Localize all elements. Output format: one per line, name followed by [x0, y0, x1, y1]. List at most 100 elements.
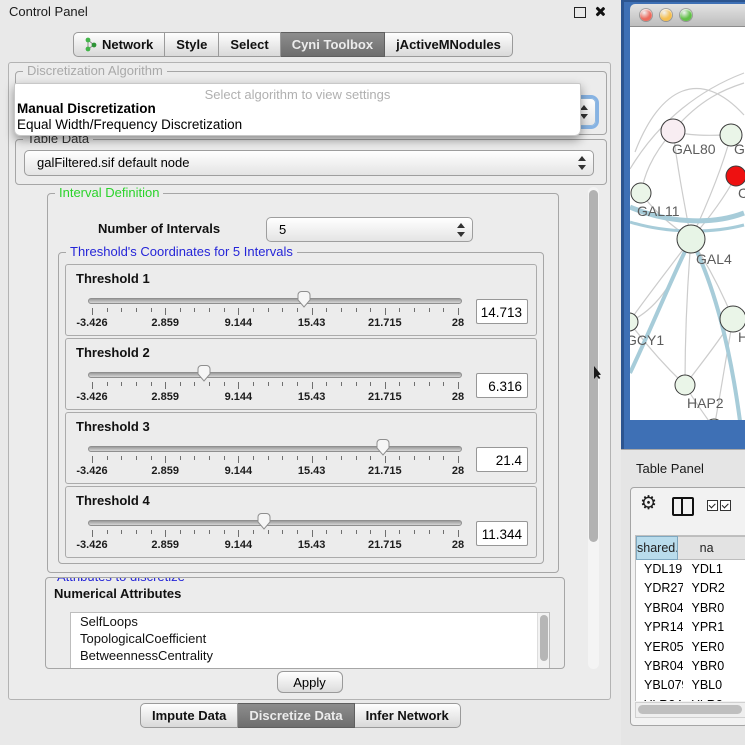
numerical-attributes-list[interactable]: SelfLoopsTopologicalCoefficientBetweenne… [70, 612, 550, 669]
table-row[interactable]: YPR145WYPR1 [636, 618, 745, 637]
network-canvas[interactable]: GAL80GACGAL11GAL4GCY1HHAP2 [630, 27, 745, 420]
tick-label: 2.859 [151, 539, 179, 551]
HAP2-node[interactable] [675, 375, 695, 395]
checkbox-icon[interactable] [707, 500, 718, 511]
slider-thumb[interactable] [196, 365, 211, 382]
columns-icon[interactable] [672, 497, 694, 516]
tab-jactivemnodules[interactable]: jActiveMNodules [385, 32, 513, 57]
content-scrollbar[interactable] [588, 187, 599, 669]
minor-tick [370, 456, 371, 460]
interval-definition-group: Interval Definition Number of Intervals … [47, 193, 559, 573]
minor-tick [194, 530, 195, 534]
num-intervals-combobox[interactable]: 5 [266, 217, 473, 242]
tab-infer-network[interactable]: Infer Network [355, 703, 461, 728]
table-row[interactable]: YBR043CYBR0 [636, 599, 745, 618]
threshold-value-field[interactable]: 11.344 [476, 521, 528, 546]
threshold-value-field[interactable]: 6.316 [476, 373, 528, 398]
minor-tick [414, 530, 415, 534]
threshold-slider[interactable]: -3.4262.8599.14415.4321.71528 [88, 363, 462, 407]
minor-tick [326, 308, 327, 312]
thresholds-group-title: Threshold's Coordinates for 5 Intervals [66, 245, 297, 259]
GCY1-node[interactable] [630, 313, 638, 331]
GAL11-node[interactable] [631, 183, 651, 203]
table-row[interactable]: YLR345WYLR3 [636, 696, 745, 701]
column-header-name[interactable]: na [678, 536, 745, 560]
attribute-list-item[interactable]: SelfLoops [71, 613, 549, 630]
slider-ticks [92, 308, 458, 316]
GAL4-node[interactable] [677, 225, 705, 253]
table-row[interactable]: YDL19...YDL1 [636, 560, 745, 579]
zoom-light-icon[interactable] [680, 9, 692, 21]
checkbox-icon[interactable] [720, 500, 731, 511]
gear-icon[interactable]: ⚙ [640, 492, 657, 514]
control-panel: Control Panel Network Style Select Cyni … [0, 0, 621, 745]
table-row[interactable]: YDR27...YDR2 [636, 579, 745, 598]
attribute-list-item[interactable]: BetweennessCentrality [71, 647, 549, 664]
threshold-panel: Threshold 2-3.4262.8599.14415.4321.71528… [65, 338, 537, 410]
table-row[interactable]: YBL079WYBL0 [636, 676, 745, 695]
minor-tick [268, 456, 269, 460]
close-panel-icon[interactable] [594, 6, 605, 17]
algorithm-option-equal-width[interactable]: Equal Width/Frequency Discretization [17, 117, 242, 132]
cell-name: YLR3 [683, 696, 745, 701]
minor-tick [253, 382, 254, 386]
table-hscrollbar[interactable] [635, 702, 745, 718]
threshold-slider[interactable]: -3.4262.8599.14415.4321.71528 [88, 289, 462, 333]
minor-tick [399, 456, 400, 460]
table-data-group: Table Data galFiltered.sif default node [15, 139, 607, 185]
major-tick [238, 530, 239, 537]
attributes-scrollbar[interactable] [537, 613, 549, 669]
apply-button[interactable]: Apply [277, 671, 343, 693]
tab-discretize-data[interactable]: Discretize Data [238, 703, 354, 728]
close-light-icon[interactable] [640, 9, 652, 21]
column-header-shared-name[interactable]: shared... [636, 536, 678, 560]
tab-cyni-toolbox[interactable]: Cyni Toolbox [281, 32, 385, 57]
slider-track[interactable] [88, 298, 462, 304]
slider-thumb[interactable] [376, 439, 391, 456]
float-panel-icon[interactable] [574, 7, 586, 18]
table-row[interactable]: YBR045CYBR0 [636, 657, 745, 676]
node-attribute-table[interactable]: shared... na YDL19...YDL1YDR27...YDR2YBR… [635, 535, 745, 701]
red-node[interactable] [726, 166, 745, 186]
slider-thumb[interactable] [296, 291, 311, 308]
minor-tick [151, 308, 152, 312]
tab-select[interactable]: Select [219, 32, 280, 57]
network-window-titlebar[interactable] [630, 4, 745, 27]
tab-impute-data[interactable]: Impute Data [140, 703, 238, 728]
minor-tick [136, 382, 137, 386]
slider-track[interactable] [88, 372, 462, 378]
tick-label: 2.859 [151, 465, 179, 477]
content-scroll-thumb[interactable] [589, 190, 598, 542]
minimize-light-icon[interactable] [660, 9, 672, 21]
network-edge[interactable] [685, 239, 691, 385]
slider-track[interactable] [88, 446, 462, 452]
network-edge[interactable] [630, 239, 691, 373]
algorithm-option-manual[interactable]: Manual Discretization [17, 101, 156, 116]
attribute-list-item[interactable]: TopologicalCoefficient [71, 630, 549, 647]
threshold-slider[interactable]: -3.4262.8599.14415.4321.71528 [88, 511, 462, 555]
slider-track[interactable] [88, 520, 462, 526]
tab-network[interactable]: Network [73, 32, 165, 57]
minor-tick [224, 382, 225, 386]
major-tick [458, 308, 459, 315]
threshold-value-field[interactable]: 14.713 [476, 299, 528, 324]
slider-thumb[interactable] [256, 513, 271, 530]
tab-style[interactable]: Style [165, 32, 219, 57]
threshold-label: Threshold 1 [76, 271, 150, 286]
slider-tick-labels: -3.4262.8599.14415.4321.71528 [92, 317, 458, 330]
attributes-scroll-thumb[interactable] [540, 615, 548, 661]
table-hscroll-thumb[interactable] [638, 705, 742, 714]
cell-shared-name: YBL079W [636, 676, 683, 695]
threshold-value-field[interactable]: 21.4 [476, 447, 528, 472]
table-row[interactable]: YER054CYER0 [636, 638, 745, 657]
minor-tick [268, 382, 269, 386]
cell-shared-name: YBR045C [636, 657, 683, 676]
network-graph[interactable]: GAL80GACGAL11GAL4GCY1HHAP2 [630, 27, 745, 420]
tick-label: 15.43 [298, 465, 326, 477]
network-view-window[interactable]: GAL80GACGAL11GAL4GCY1HHAP2 [621, 0, 745, 449]
threshold-slider[interactable]: -3.4262.8599.14415.4321.71528 [88, 437, 462, 481]
bottom-tab-bar: Impute Data Discretize Data Infer Networ… [140, 703, 461, 728]
table-data-combobox[interactable]: galFiltered.sif default node [24, 150, 594, 176]
GAL80-node[interactable] [661, 119, 685, 143]
major-tick [385, 456, 386, 463]
